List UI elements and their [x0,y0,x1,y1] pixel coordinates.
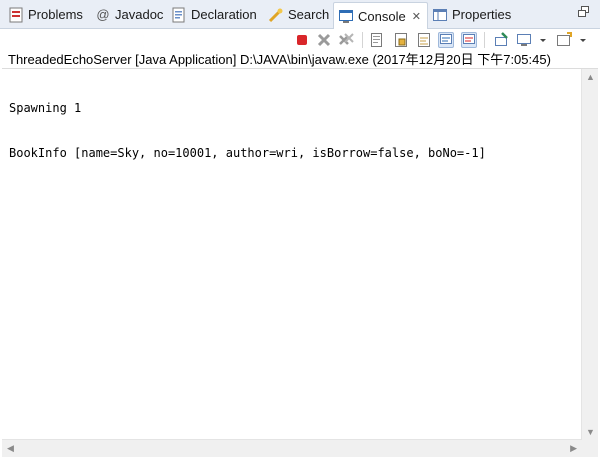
chevron-down-icon[interactable] [538,32,548,48]
display-console-icon[interactable] [516,32,532,48]
console-line: BookInfo [name=Sky, no=10001, author=wri… [9,146,486,160]
tab-javadoc[interactable]: @ Javadoc [95,2,163,27]
tab-search[interactable]: Search [268,2,329,27]
tab-console[interactable]: Console ✕ [333,2,428,29]
console-output-area[interactable]: Spawning 1 BookInfo [name=Sky, no=10001,… [2,68,598,457]
view-tab-bar: Problems @ Javadoc Declaration Search Co… [0,0,600,29]
chevron-down-icon[interactable] [578,32,588,48]
scroll-left-icon[interactable]: ◀ [7,443,14,453]
toolbar-separator [484,32,485,48]
scroll-down-icon[interactable]: ▼ [586,427,595,437]
scroll-lock-icon[interactable] [393,32,409,48]
console-text[interactable]: Spawning 1 BookInfo [name=Sky, no=10001,… [9,71,486,191]
show-on-stderr-icon[interactable] [461,32,477,48]
declaration-icon [171,7,187,23]
properties-icon [432,7,448,23]
word-wrap-icon[interactable] [416,32,432,48]
scroll-right-icon[interactable]: ▶ [570,443,577,453]
scrollbar-corner [582,440,598,457]
open-console-icon[interactable] [556,32,572,48]
tab-label: Properties [452,7,512,22]
scroll-up-icon[interactable]: ▲ [586,72,595,82]
vertical-scrollbar[interactable]: ▲ ▼ [581,69,598,440]
tab-properties[interactable]: Properties [432,2,511,27]
javadoc-icon: @ [96,6,110,22]
remove-launch-icon[interactable] [316,32,332,48]
horizontal-scrollbar[interactable]: ◀ ▶ [2,439,582,457]
console-icon [338,8,354,24]
tab-problems[interactable]: Problems [8,2,83,27]
tab-label: Console [358,8,406,24]
tab-label: Javadoc [115,7,164,22]
process-label: ThreadedEchoServer [Java Application] D:… [8,52,551,67]
problems-icon [8,7,24,23]
toolbar-separator [362,32,363,48]
maximize-icon[interactable] [578,6,590,18]
clear-console-icon[interactable] [369,32,385,48]
console-toolbar [0,29,600,51]
tab-label: Problems [28,7,83,22]
terminate-icon[interactable] [294,32,310,48]
tab-label: Declaration [191,7,257,22]
tab-declaration[interactable]: Declaration [171,2,257,27]
pin-console-icon[interactable] [493,32,509,48]
search-icon [268,7,284,23]
show-on-stdout-icon[interactable] [438,32,454,48]
close-icon[interactable]: ✕ [412,10,421,23]
remove-all-terminated-icon[interactable] [338,32,354,48]
tab-label: Search [288,7,330,22]
console-line: Spawning 1 [9,101,82,115]
